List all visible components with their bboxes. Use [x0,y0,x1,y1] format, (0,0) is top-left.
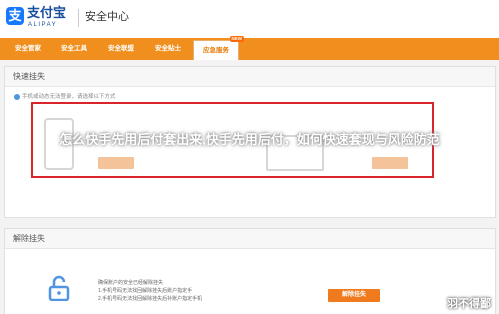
alipay-logo-icon[interactable]: 支 [6,7,24,25]
corner-watermark: 羽不得鄙 [447,298,491,310]
main-nav: 安全管家 安全工具 安全联盟 安全贴士 应急服务 NEW [0,36,499,60]
overlay-title: 怎么快手先用后付套出来,快手先用后付，如何快速套现与风险防范 [59,132,440,147]
nav-item-security-tips[interactable]: 安全贴士 [146,38,190,60]
nav-item-security-butler[interactable]: 安全管家 [6,38,50,60]
logo-subtitle: ALIPAY [28,22,58,28]
unlock-button[interactable]: 解除挂失 [328,289,380,302]
quick-freeze-notice: 手机或动态无法登录，请选择以下方式 [14,93,116,101]
unlock-description: 确保账户的安全已经解除挂失 1.手机号码无法找回解除挂失后账户指定手 2.手机号… [98,279,202,303]
quick-freeze-title: 快速挂失 [5,67,495,87]
nav-item-security-tools[interactable]: 安全工具 [52,38,96,60]
unlock-title: 解除挂失 [5,229,495,249]
new-badge: NEW [229,36,244,42]
header-divider [78,9,79,27]
logo-text[interactable]: 支付宝 [27,6,66,20]
nav-item-security-alliance[interactable]: 安全联盟 [99,38,143,60]
notice-text: 手机或动态无法登录，请选择以下方式 [22,94,116,100]
page-title: 安全中心 [85,11,129,23]
unlock-desc-line: 2.手机号码无法找回解除挂失后补账户指定手机 [98,296,203,302]
unlock-desc-line: 1.手机号码无法找回解除挂失后账户指定手 [98,288,193,294]
unlock-desc-line: 确保账户的安全已经解除挂失 [98,280,164,286]
unlock-panel: 解除挂失 [4,228,496,314]
nav-item-emergency-service[interactable]: 应急服务 NEW [193,36,244,60]
top-header: 支 支付宝 ALIPAY 安全中心 [0,0,499,38]
nav-item-emergency-label: 应急服务 [203,47,229,54]
padlock-icon [48,275,70,301]
info-icon [14,93,20,100]
